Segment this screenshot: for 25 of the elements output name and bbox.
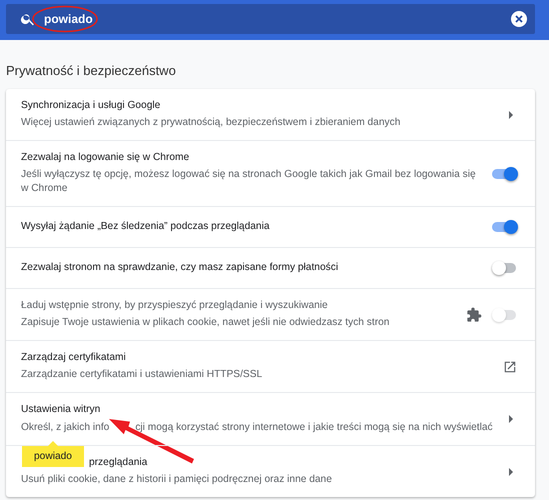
setting-title: Zarządzaj certyfikatami: [21, 351, 127, 365]
toggle-switch[interactable]: [492, 260, 518, 276]
clear-icon[interactable]: [511, 11, 527, 27]
chevron-icon[interactable]: [508, 466, 514, 476]
setting-title: Ładuj wstępnie strony, by przyspieszyć przeglądanie i wyszukiwanie: [21, 299, 329, 313]
setting-description: Zapisuje Twoje ustawienia w plikach cookie, nawet jeśli nie odwiedzasz tych stron: [21, 316, 390, 330]
setting-title: Synchronizacja i usługi Google: [21, 99, 162, 113]
search-match-tooltip: powiado: [22, 446, 84, 467]
setting-description: Więcej ustawień związanych z prywatnością, bezpieczeństwem i zbieraniem danych: [21, 116, 402, 130]
chevron-icon[interactable]: [508, 110, 514, 120]
setting-title: Zezwalaj stronom na sprawdzanie, czy masz zapisane formy płatności: [21, 261, 340, 275]
toggle-switch[interactable]: [492, 219, 518, 235]
section-title: Prywatność i bezpieczeństwo: [6, 63, 177, 78]
setting-title: przeglądania: [89, 456, 148, 470]
setting-title: Wysyłaj żądanie „Bez śledzenia” podczas przeglądania: [21, 220, 271, 234]
toggle-switch[interactable]: [492, 166, 518, 182]
setting-title: Zezwalaj na logowanie się w Chrome: [21, 151, 190, 165]
search-field[interactable]: powiado: [6, 4, 535, 34]
setting-title: Ustawienia witryn: [21, 403, 102, 417]
setting-description: Określ, z jakich info cji mogą korzystać strony internetowe i jakie treści mogą się na nich wyświetlać: [21, 420, 498, 435]
setting-description: Zarządzanie certyfikatami i ustawieniami HTTPS/SSL: [21, 368, 264, 382]
external-link-icon[interactable]: [503, 360, 517, 374]
setting-description: Jeśli wyłączysz tę opcję, możesz logować się na stronach Google takich jak Gmail bez logowania się w Chrome: [21, 168, 477, 196]
setting-description: Usuń pliki cookie, dane z historii i pamięci podręcznej oraz inne dane: [21, 473, 333, 487]
chevron-icon[interactable]: [508, 414, 514, 424]
